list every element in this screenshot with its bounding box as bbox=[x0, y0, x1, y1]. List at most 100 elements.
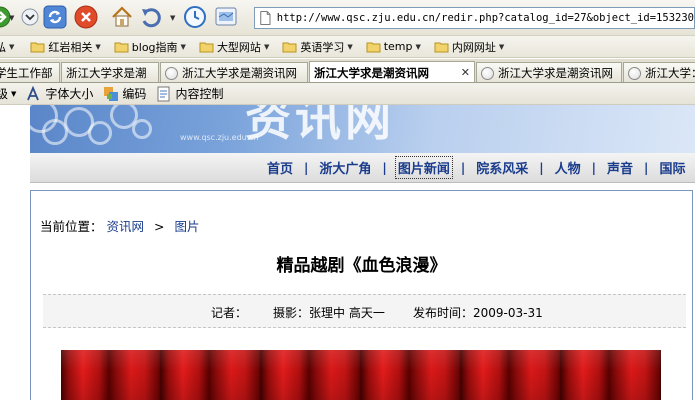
tab-1[interactable]: 浙江大学求是潮 bbox=[61, 62, 159, 82]
chevron-down-icon: ▼ bbox=[415, 42, 421, 51]
chevron-down-icon: ▼ bbox=[9, 42, 15, 51]
nav-separator: | bbox=[644, 160, 649, 175]
tab-2[interactable]: 浙江大学求是潮资讯网 bbox=[160, 62, 308, 82]
chevron-circle-icon bbox=[21, 8, 39, 26]
bookmark-folder-3[interactable]: 大型网站 ▼ bbox=[199, 39, 269, 55]
bookmark-label: 内网网址 bbox=[451, 40, 496, 54]
chevron-down-icon: ▼ bbox=[263, 42, 270, 51]
history-dropdown-button[interactable] bbox=[16, 3, 44, 31]
undo-icon bbox=[142, 8, 161, 28]
nav-home[interactable]: 首页 bbox=[266, 158, 294, 177]
tab-5[interactable]: 浙江大学：文 bbox=[623, 62, 695, 82]
page-tools-bar: 级 ▼ 字体大小 编码 内容控制 bbox=[0, 83, 695, 105]
screen-capture-icon bbox=[215, 7, 237, 26]
globe-icon bbox=[628, 66, 641, 80]
tab-label: 浙江大学求是潮资讯网 bbox=[314, 65, 429, 80]
site-domain: www.qsc.zju.edu.cn bbox=[180, 133, 259, 142]
chevron-down-icon: ▼ bbox=[180, 42, 186, 51]
bookmark-label: 红岩相关 bbox=[48, 40, 93, 54]
folder-icon bbox=[282, 42, 297, 52]
banner-circle-decoration bbox=[88, 121, 112, 145]
tab-0[interactable]: 学生工作部 bbox=[0, 62, 60, 82]
page-icon bbox=[260, 11, 271, 25]
content-control-icon bbox=[157, 86, 170, 101]
chevron-down-icon: ▼ bbox=[347, 42, 353, 51]
nav-separator: | bbox=[591, 160, 597, 175]
screenshot-button[interactable] bbox=[212, 3, 240, 31]
stop-icon bbox=[74, 5, 98, 29]
encoding-label: 编码 bbox=[122, 87, 147, 101]
home-icon bbox=[112, 6, 132, 27]
folder-icon bbox=[114, 42, 129, 52]
breadcrumb-separator: > bbox=[154, 219, 165, 234]
forward-dropdown-arrow-icon[interactable]: ▼ bbox=[9, 14, 14, 22]
bookmark-folder-4[interactable]: 英语学习 ▼ bbox=[282, 39, 353, 55]
stop-button[interactable] bbox=[72, 3, 100, 31]
nav-separator: | bbox=[539, 160, 544, 175]
article-panel: 当前位置： 资讯网 > 图片 精品越剧《血色浪漫》 记者： 摄影：张理中 高天一… bbox=[30, 190, 693, 400]
tab-label: 浙江大学求是潮资讯网 bbox=[182, 66, 297, 80]
nav-separator: | bbox=[382, 160, 387, 175]
tab-label: 浙江大学：文 bbox=[645, 66, 695, 80]
content-control-label: 内容控制 bbox=[175, 87, 224, 101]
article-title: 精品越剧《血色浪漫》 bbox=[276, 256, 447, 276]
bookmark-folder-0[interactable]: 弘 ▼ bbox=[0, 39, 14, 55]
encoding-button[interactable]: 编码 bbox=[103, 85, 146, 102]
folder-icon bbox=[199, 42, 214, 52]
address-bar[interactable]: http://www.qsc.zju.edu.cn/redir.php?cata… bbox=[254, 7, 695, 29]
encoding-icon bbox=[104, 86, 119, 101]
folder-icon bbox=[30, 42, 45, 52]
site-name: 资讯网 bbox=[245, 105, 395, 146]
nav-separator: | bbox=[304, 160, 309, 175]
breadcrumb-section-link[interactable]: 图片 bbox=[174, 219, 199, 234]
font-size-label: 字体大小 bbox=[45, 87, 94, 101]
reporter-label: 记者： bbox=[211, 306, 248, 320]
nav-separator: | bbox=[460, 160, 466, 175]
article-meta: 记者： 摄影：张理中 高天一 发布时间：2009-03-31 bbox=[43, 294, 686, 328]
banner-circle-decoration bbox=[132, 119, 152, 139]
font-size-button[interactable]: 字体大小 bbox=[26, 85, 93, 102]
chevron-down-icon: ▼ bbox=[95, 42, 101, 51]
content-control-button[interactable]: 内容控制 bbox=[156, 85, 223, 102]
bookmark-folder-1[interactable]: 红岩相关 ▼ bbox=[30, 39, 101, 55]
bookmark-label: 弘 bbox=[0, 39, 6, 55]
photographer-credit: 摄影：张理中 高天一 bbox=[273, 306, 385, 320]
close-icon[interactable]: ✕ bbox=[461, 66, 470, 79]
bookmark-folder-5[interactable]: temp ▼ bbox=[366, 40, 421, 53]
tab-label: 学生工作部 bbox=[0, 66, 53, 80]
site-banner: 资讯网 www.qsc.zju.edu.cn bbox=[30, 105, 695, 153]
chevron-down-icon: ▼ bbox=[498, 42, 505, 51]
article-photo-curtain bbox=[61, 350, 661, 400]
tab-label: 浙江大学求是潮资讯网 bbox=[498, 66, 613, 80]
nav-photo-news[interactable]: 图片新闻 bbox=[394, 156, 453, 179]
folder-icon bbox=[366, 42, 381, 52]
history-button[interactable] bbox=[181, 3, 209, 31]
bookmark-label: 英语学习 bbox=[300, 40, 345, 54]
refresh-button[interactable] bbox=[41, 3, 69, 31]
tab-4[interactable]: 浙江大学求是潮资讯网 bbox=[476, 62, 622, 82]
undo-dropdown-arrow-icon[interactable]: ▼ bbox=[170, 14, 175, 22]
nav-international[interactable]: 国际 bbox=[658, 158, 686, 177]
breadcrumb-home-link[interactable]: 资讯网 bbox=[107, 219, 145, 234]
address-url[interactable]: http://www.qsc.zju.edu.cn/redir.php?cata… bbox=[277, 12, 694, 24]
nav-departments[interactable]: 院系风采 bbox=[475, 158, 529, 177]
folder-icon bbox=[434, 42, 449, 52]
browser-toolbar: ▼ ▼ http://www.qsc.zju.edu.cn/redir.php?… bbox=[0, 0, 695, 36]
level-menu[interactable]: 级 ▼ bbox=[0, 85, 16, 102]
nav-campus[interactable]: 浙大广角 bbox=[318, 158, 372, 177]
bookmark-folder-2[interactable]: blog指南 ▼ bbox=[114, 39, 186, 55]
globe-icon bbox=[481, 66, 494, 80]
nav-people[interactable]: 人物 bbox=[554, 158, 582, 177]
bookmarks-bar: 弘 ▼ 红岩相关 ▼ blog指南 ▼ 大型网站 ▼ 英语学习 ▼ temp ▼… bbox=[0, 36, 695, 58]
level-label: 级 bbox=[0, 87, 9, 101]
refresh-icon bbox=[43, 5, 67, 29]
undo-close-button[interactable] bbox=[137, 3, 165, 31]
home-button[interactable] bbox=[108, 3, 136, 31]
font-size-icon bbox=[27, 85, 40, 100]
chevron-down-icon: ▼ bbox=[11, 89, 17, 98]
bookmark-folder-6[interactable]: 内网网址 ▼ bbox=[434, 39, 504, 55]
publish-date: 发布时间：2009-03-31 bbox=[413, 306, 543, 320]
nav-voices[interactable]: 声音 bbox=[606, 158, 634, 177]
clock-icon bbox=[184, 6, 206, 28]
tab-active[interactable]: 浙江大学求是潮资讯网 ✕ bbox=[309, 61, 475, 82]
